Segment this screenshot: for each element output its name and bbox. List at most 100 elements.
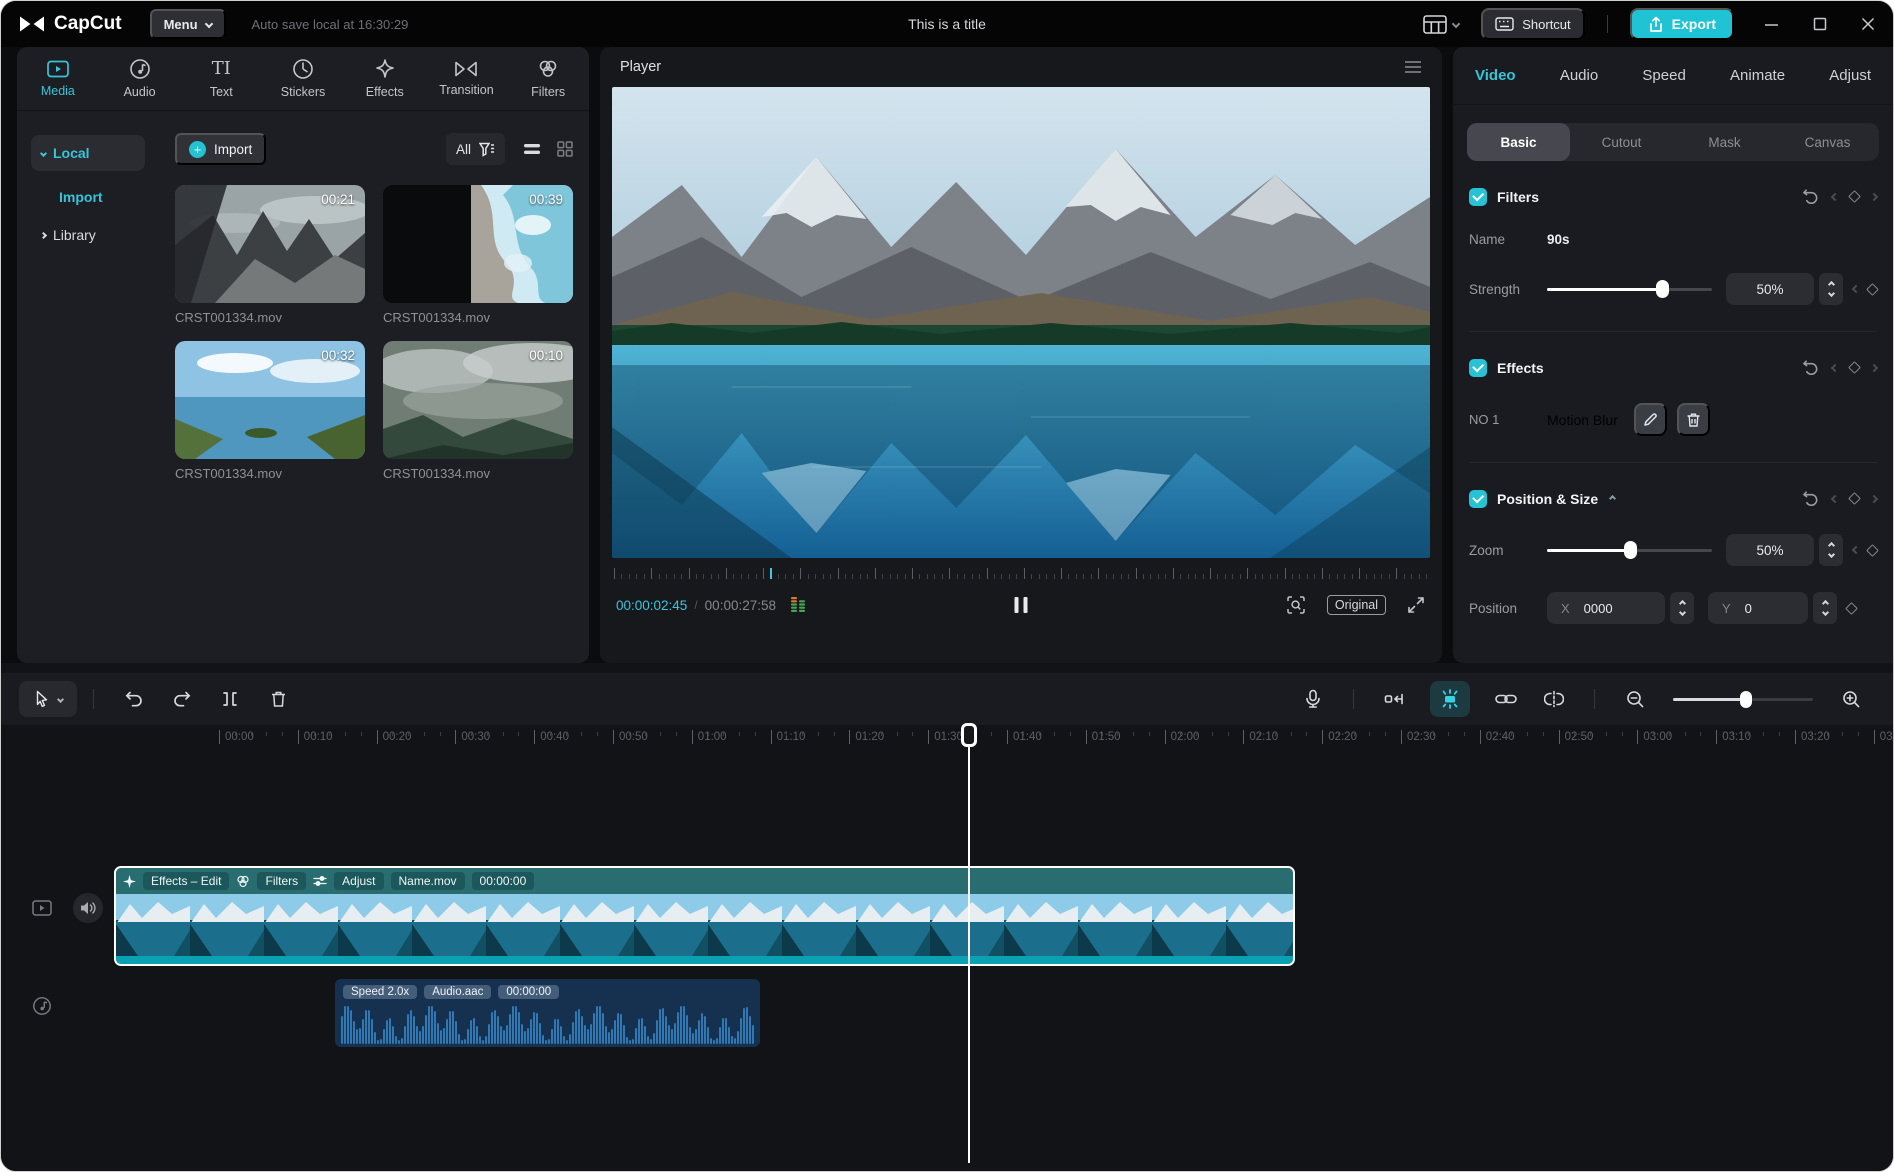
audio-track-icon[interactable] xyxy=(27,991,57,1021)
timeline-zoom-slider[interactable] xyxy=(1673,690,1813,708)
maximize-icon[interactable] xyxy=(1813,17,1827,31)
view-list-icon[interactable] xyxy=(523,142,541,156)
filters-badge[interactable]: Filters xyxy=(257,872,307,890)
media-item[interactable]: 00:39 CRST001334.mov xyxy=(383,185,573,325)
prev-keyframe-icon[interactable] xyxy=(1851,545,1861,555)
subtab-canvas[interactable]: Canvas xyxy=(1776,123,1879,161)
reset-icon[interactable] xyxy=(1801,187,1820,206)
layout-toggle-button[interactable] xyxy=(1423,14,1461,34)
select-tool-button[interactable] xyxy=(19,681,77,717)
pause-button[interactable] xyxy=(1014,597,1028,613)
effects-edit-badge[interactable]: Effects – Edit xyxy=(143,872,230,890)
main-track-magnet-button[interactable] xyxy=(1382,687,1406,711)
media-thumbnail-mountain-peaks[interactable]: 00:21 xyxy=(175,185,365,303)
next-keyframe-icon[interactable] xyxy=(1869,192,1879,201)
subtab-cutout[interactable]: Cutout xyxy=(1570,123,1673,161)
timeline-zoom-out-button[interactable] xyxy=(1623,687,1647,711)
prev-keyframe-icon[interactable] xyxy=(1830,192,1840,201)
track-audio-toggle[interactable] xyxy=(73,893,103,923)
media-thumbnail-lake-clouds[interactable]: 00:32 xyxy=(175,341,365,459)
subtab-mask[interactable]: Mask xyxy=(1673,123,1776,161)
export-button[interactable]: Export xyxy=(1629,8,1734,40)
reset-icon[interactable] xyxy=(1801,358,1820,377)
tab-text[interactable]: TI Text xyxy=(180,47,262,110)
zoom-slider[interactable] xyxy=(1547,541,1712,559)
video-viewport[interactable] xyxy=(612,87,1430,558)
tab-audio[interactable]: Audio xyxy=(99,47,181,110)
delete-button[interactable] xyxy=(266,687,290,711)
subtab-basic[interactable]: Basic xyxy=(1467,123,1570,161)
original-resolution-button[interactable]: Original xyxy=(1326,595,1386,615)
sidebar-item-library[interactable]: Library xyxy=(31,217,145,253)
tab-transition[interactable]: Transition xyxy=(426,47,508,110)
player-scrubber[interactable] xyxy=(614,566,1428,581)
playhead-pin[interactable] xyxy=(961,723,977,747)
tab-video[interactable]: Video xyxy=(1475,67,1516,84)
keyframe-icon[interactable] xyxy=(1848,492,1861,505)
sidebar-item-local[interactable]: Local xyxy=(31,135,145,171)
next-keyframe-icon[interactable] xyxy=(1869,363,1879,372)
video-clip[interactable]: Effects – Edit Filters Adjust Name.mov 0… xyxy=(114,866,1295,966)
zoom-stepper[interactable] xyxy=(1819,534,1843,566)
fullscreen-icon[interactable] xyxy=(1406,595,1426,615)
keyframe-icon[interactable] xyxy=(1848,361,1861,374)
frame-zoom-icon[interactable] xyxy=(1285,594,1307,616)
position-y-field[interactable]: Y 0 xyxy=(1708,592,1808,624)
strength-slider[interactable] xyxy=(1547,280,1712,298)
auto-ripple-button[interactable] xyxy=(1430,681,1470,717)
media-thumbnail-ocean-wave[interactable]: 00:39 xyxy=(383,185,573,303)
timeline-zoom-in-button[interactable] xyxy=(1839,687,1863,711)
tab-animate[interactable]: Animate xyxy=(1730,67,1785,84)
filters-checkbox[interactable] xyxy=(1469,187,1487,206)
prev-keyframe-icon[interactable] xyxy=(1830,363,1840,372)
effects-checkbox[interactable] xyxy=(1469,358,1487,377)
position-x-stepper[interactable] xyxy=(1670,592,1694,624)
record-voiceover-button[interactable] xyxy=(1301,687,1325,711)
strength-value[interactable]: 50% xyxy=(1726,273,1814,305)
sidebar-item-import[interactable]: Import xyxy=(49,179,145,215)
media-item[interactable]: 00:21 CRST001334.mov xyxy=(175,185,365,325)
collapse-caret-icon[interactable] xyxy=(1609,494,1617,503)
strength-stepper[interactable] xyxy=(1819,273,1843,305)
tab-filters[interactable]: Filters xyxy=(507,47,589,110)
keyframe-icon[interactable] xyxy=(1866,282,1879,296)
playhead[interactable] xyxy=(961,723,977,1163)
close-icon[interactable] xyxy=(1861,17,1875,31)
keyframe-icon[interactable] xyxy=(1845,601,1858,615)
shortcut-button[interactable]: Shortcut xyxy=(1481,8,1585,40)
prev-keyframe-icon[interactable] xyxy=(1851,284,1861,294)
split-button[interactable] xyxy=(218,687,242,711)
import-button[interactable]: + Import xyxy=(175,133,267,165)
speed-badge[interactable]: Speed 2.0x xyxy=(343,985,418,999)
link-clips-button[interactable] xyxy=(1494,687,1518,711)
prev-keyframe-icon[interactable] xyxy=(1830,494,1840,503)
adjust-badge[interactable]: Adjust xyxy=(334,872,384,890)
tab-speed[interactable]: Speed xyxy=(1642,67,1685,84)
media-item[interactable]: 00:10 CRST001334.mov xyxy=(383,341,573,481)
position-x-field[interactable]: X 0000 xyxy=(1547,592,1665,624)
video-track-icon[interactable] xyxy=(27,893,57,923)
next-keyframe-icon[interactable] xyxy=(1869,494,1879,503)
redo-button[interactable] xyxy=(170,687,194,711)
zoom-value[interactable]: 50% xyxy=(1726,534,1814,566)
edit-effect-button[interactable] xyxy=(1633,403,1667,436)
tab-media[interactable]: Media xyxy=(17,47,99,110)
position-size-checkbox[interactable] xyxy=(1469,489,1487,508)
player-menu-icon[interactable] xyxy=(1404,61,1422,73)
mirror-split-button[interactable] xyxy=(1542,687,1566,711)
delete-effect-button[interactable] xyxy=(1676,403,1710,436)
tab-effects[interactable]: Effects xyxy=(344,47,426,110)
undo-button[interactable] xyxy=(122,687,146,711)
tab-audio-settings[interactable]: Audio xyxy=(1560,67,1598,84)
keyframe-icon[interactable] xyxy=(1848,190,1861,203)
tab-stickers[interactable]: Stickers xyxy=(262,47,344,110)
keyframe-icon[interactable] xyxy=(1866,543,1879,557)
minimize-icon[interactable] xyxy=(1764,17,1779,32)
media-thumbnail-foggy-forest[interactable]: 00:10 xyxy=(383,341,573,459)
position-y-stepper[interactable] xyxy=(1813,592,1837,624)
menu-button[interactable]: Menu xyxy=(149,9,226,39)
timeline-ruler[interactable]: 00:00 00:10 00:20 00:30 00:40 00:50 01:00 01:10… xyxy=(1,725,1893,751)
reset-icon[interactable] xyxy=(1801,489,1820,508)
view-grid-icon[interactable] xyxy=(557,141,573,157)
tab-adjust[interactable]: Adjust xyxy=(1829,67,1871,84)
